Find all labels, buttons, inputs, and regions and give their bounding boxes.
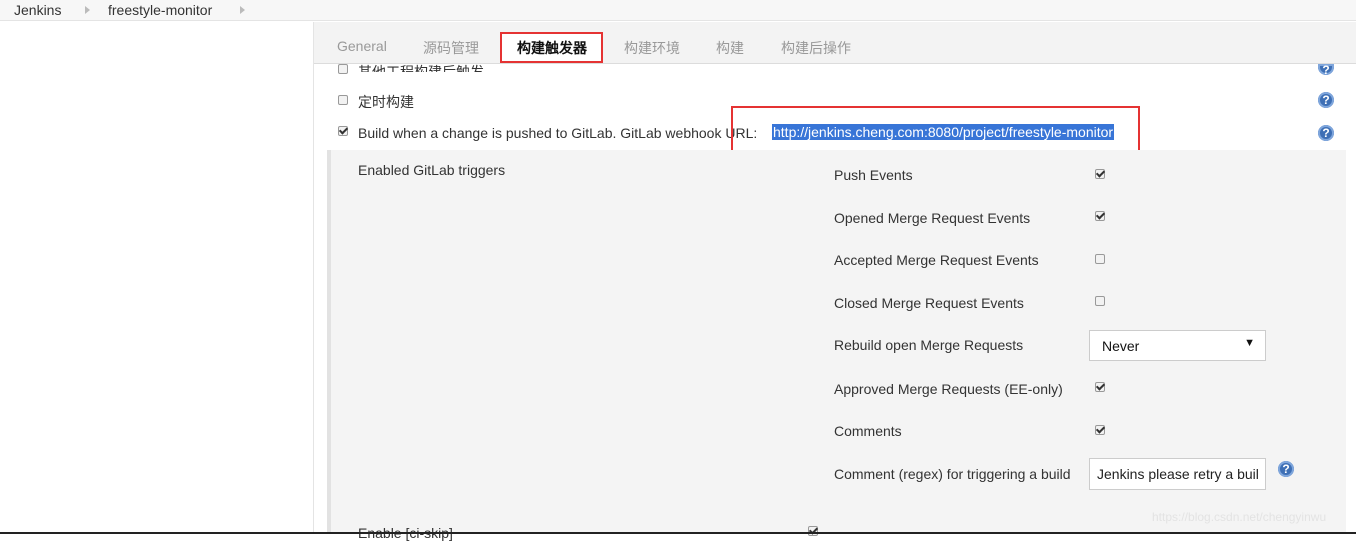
breadcrumb-item-project[interactable]: freestyle-monitor [108,2,212,18]
enabled-gitlab-triggers-title: Enabled GitLab triggers [358,162,506,178]
comments-checkbox[interactable] [1095,425,1105,435]
rebuild-open-mr-select[interactable]: Never ▼ [1089,330,1266,361]
opened-mr-checkbox[interactable] [1095,211,1105,221]
accepted-mr-checkbox[interactable] [1095,254,1105,264]
help-icon[interactable]: ? [1318,125,1334,141]
opened-mr-label: Opened Merge Request Events [834,210,1031,226]
breadcrumb-arrow-icon[interactable] [240,6,245,14]
breadcrumb: Jenkins freestyle-monitor [0,0,1356,21]
comment-regex-input[interactable] [1089,458,1266,490]
tab-post-build[interactable]: 构建后操作 [781,38,851,58]
watermark: https://blog.csdn.net/chengyinwu [1152,510,1327,524]
accepted-mr-label: Accepted Merge Request Events [834,252,1039,268]
other-projects-checkbox[interactable] [338,64,348,74]
comment-regex-label: Comment (regex) for triggering a build [834,466,1071,482]
sidebar-divider [313,22,314,534]
config-tab-bar: General 源码管理 构建环境 构建 构建后操作 [314,22,1356,64]
periodic-build-label: 定时构建 [358,94,414,110]
approved-mr-checkbox[interactable] [1095,382,1105,392]
help-icon[interactable]: ? [1318,92,1334,108]
ci-skip-checkbox[interactable] [808,526,818,536]
comments-label: Comments [834,423,902,439]
help-icon[interactable]: ? [1318,64,1334,76]
webhook-url-highlight [731,106,1140,152]
gitlab-trigger-label: Build when a change is pushed to GitLab.… [358,125,758,141]
help-icon[interactable]: ? [1278,461,1294,477]
periodic-build-checkbox[interactable] [338,95,348,105]
rebuild-open-mr-value: Never [1102,338,1140,354]
tab-scm[interactable]: 源码管理 [423,38,479,58]
tab-general[interactable]: General [337,38,387,54]
tab-build[interactable]: 构建 [716,38,744,58]
push-events-checkbox[interactable] [1095,169,1105,179]
approved-mr-label: Approved Merge Requests (EE-only) [834,381,1063,397]
breadcrumb-item-jenkins[interactable]: Jenkins [14,2,61,18]
closed-mr-label: Closed Merge Request Events [834,295,1024,311]
closed-mr-checkbox[interactable] [1095,296,1105,306]
rebuild-open-mr-label: Rebuild open Merge Requests [834,337,1024,353]
tab-build-triggers[interactable]: 构建触发器 [517,38,587,58]
dropdown-arrow-icon: ▼ [1244,337,1255,349]
push-events-label: Push Events [834,167,913,183]
gitlab-trigger-checkbox[interactable] [338,126,348,136]
breadcrumb-arrow-icon[interactable] [85,6,90,14]
other-projects-label: 其他工程构建后触发 [358,64,484,72]
tab-build-environment[interactable]: 构建环境 [624,38,680,58]
